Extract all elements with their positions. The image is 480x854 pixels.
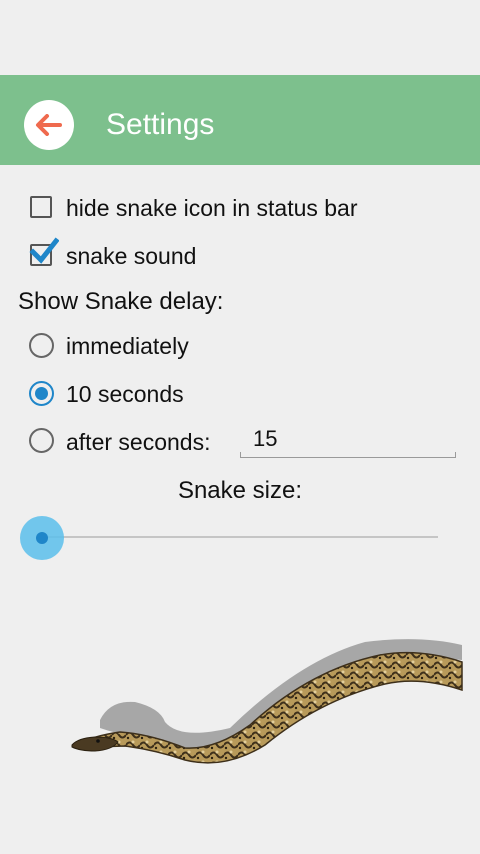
checkmark-icon — [29, 237, 59, 264]
page-title: Settings — [106, 108, 215, 141]
app-bar: Settings — [0, 75, 480, 165]
after-seconds-input[interactable] — [253, 426, 433, 452]
arrow-left-icon — [36, 114, 62, 136]
slider-thumb-center — [36, 532, 48, 544]
snake-preview-image — [71, 639, 463, 764]
radio-after-seconds[interactable] — [29, 428, 54, 453]
radio-10-seconds[interactable] — [29, 381, 54, 406]
radio-immediately-label[interactable]: immediately — [66, 333, 189, 360]
back-button[interactable] — [24, 100, 74, 150]
snake-sound-label[interactable]: snake sound — [66, 243, 196, 270]
hide-icon-label[interactable]: hide snake icon in status bar — [66, 195, 358, 222]
radio-after-seconds-label[interactable]: after seconds: — [66, 429, 210, 456]
snake-size-slider-thumb[interactable] — [20, 516, 64, 560]
delay-section-label: Show Snake delay: — [18, 288, 224, 315]
hide-icon-checkbox[interactable] — [30, 196, 52, 218]
snake-sound-checkbox[interactable] — [29, 237, 59, 266]
snake-size-label: Snake size: — [177, 477, 303, 504]
status-bar-area — [0, 0, 480, 75]
after-seconds-field[interactable] — [240, 424, 456, 458]
radio-selected-dot — [35, 387, 48, 400]
radio-immediately[interactable] — [29, 333, 54, 358]
radio-10-seconds-label[interactable]: 10 seconds — [66, 381, 184, 408]
snake-size-slider-track[interactable] — [42, 536, 438, 538]
